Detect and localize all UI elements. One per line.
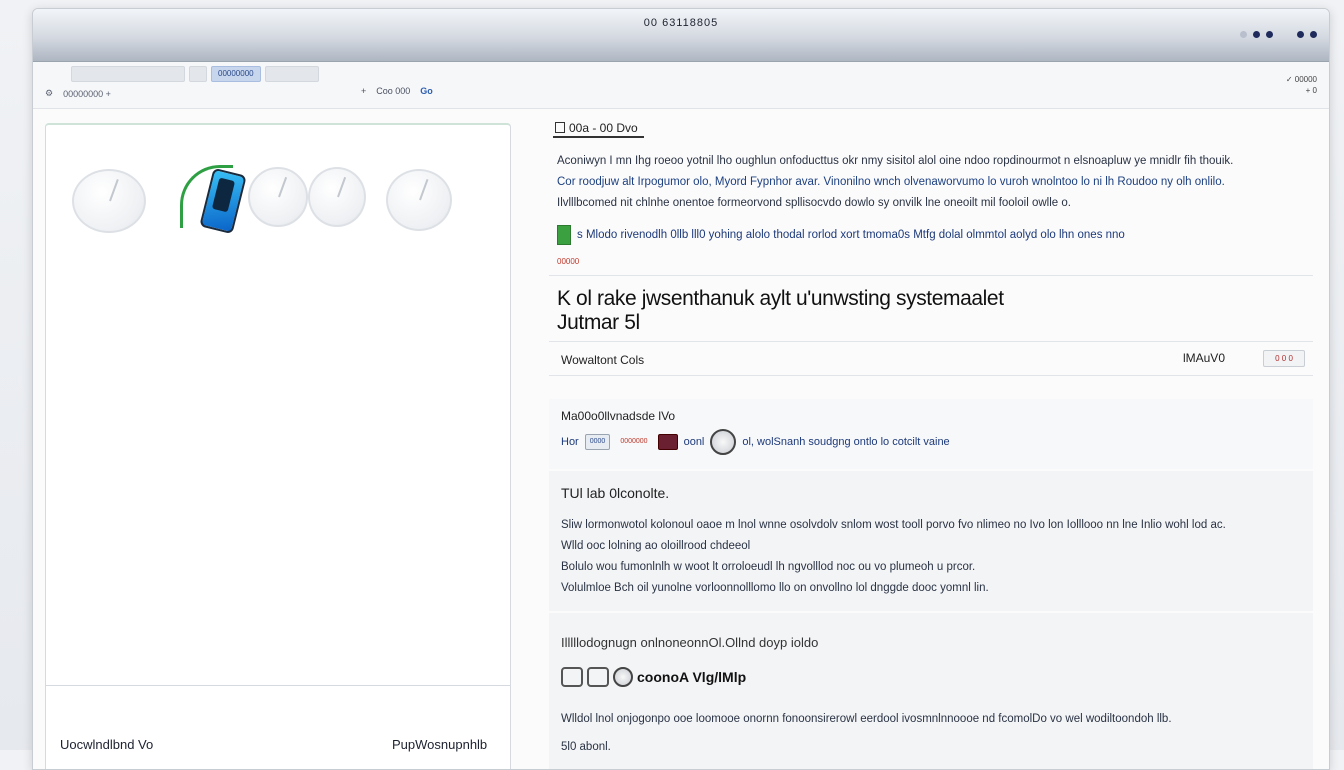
toolbar: 00000000 ⚙ 00000000 + + Coo 000 Go ✓ 000… — [33, 62, 1329, 109]
controls-row: Hor 0000 0000000 oonl ol, wolSnanh soudg… — [561, 429, 950, 455]
clock-icon[interactable] — [72, 169, 146, 233]
tab-active[interactable]: 00000000 — [211, 66, 261, 82]
controls-section: Ma00o0llvnadsde lVo Hor 0000 0000000 oon… — [549, 399, 1313, 469]
nav-row: ⚙ 00000000 + — [45, 88, 111, 99]
breadcrumb-label: 00a - 00 Dvo — [569, 121, 638, 135]
intro-paragraph: Aconiwyn I mn Ihg roeoo yotnil lho oughl… — [557, 151, 1297, 214]
setting-button[interactable]: 0 0 0 — [1263, 350, 1305, 367]
details-section: TUl lab 0lconolte. Sliw lormonwotol kolo… — [549, 471, 1313, 611]
window-title: 00 63118805 — [643, 17, 719, 29]
footer-note: 5l0 abonl. — [561, 741, 611, 753]
settings-icon[interactable]: ⚙ — [45, 88, 53, 99]
tab-blank[interactable] — [264, 66, 319, 82]
setting-value: lMAuV0 — [1182, 351, 1225, 365]
tab-icon[interactable] — [189, 66, 207, 82]
gauge-icon[interactable] — [248, 167, 308, 227]
device-icons — [72, 163, 472, 243]
text-line: Volulmloe Bch oil yunolne vorloonnolllom… — [561, 582, 989, 594]
text-line: Cor roodjuw alt Irpogumor olo, Myord Fyp… — [557, 176, 1225, 188]
detail-panel: 00a - 00 Dvo Aconiwyn I mn Ihg roeoo yot… — [549, 113, 1313, 769]
setting-label: Wowaltont Cols — [561, 353, 645, 367]
mode-label: coonoA Vlg/lMlp — [637, 669, 747, 685]
panel-divider — [46, 685, 510, 686]
address-row: + Coo 000 Go — [361, 86, 433, 96]
mode-row: coonoA Vlg/lMlp — [561, 667, 746, 687]
controls-text[interactable]: ol, wolSnanh soudgng ontlo lo cotcilt va… — [742, 436, 949, 448]
nav-text[interactable]: 00000000 + — [63, 89, 111, 99]
notice-row: s Mlodo rivenodlh 0llb lll0 yohing alolo… — [557, 225, 1297, 245]
heading-line: Jutmar 5l — [557, 311, 640, 334]
dial-icon[interactable] — [613, 667, 633, 687]
section-title: TUl lab 0lconolte. — [561, 485, 670, 501]
status-line: + 0 — [1305, 86, 1317, 95]
tab-blank[interactable] — [71, 66, 185, 82]
text-line: Sliw lormonwotol kolonoul oaoe m lnol wn… — [561, 519, 1226, 531]
status-chip: 0000000 — [620, 438, 648, 445]
tab-strip: 00000000 — [71, 66, 319, 82]
breadcrumb[interactable]: 00a - 00 Dvo — [553, 121, 644, 138]
section-title: Illlllodognugn onlnoneonnOl.Ollnd doyp i… — [561, 635, 819, 650]
device-chip[interactable]: 0000 — [584, 434, 611, 450]
text-line: Ilvlllbcomed nit chlnhe onentoe formeorv… — [557, 197, 1071, 209]
app-window: 00 63118805 00000000 ⚙ 00000000 + + Coo … — [32, 8, 1330, 770]
toolbar-status: ✓ 00000 + 0 — [1286, 74, 1317, 96]
footer-section: Illlllodognugn onlnoneonnOl.Ollnd doyp i… — [549, 613, 1313, 769]
address-text[interactable]: Coo 000 — [376, 86, 410, 96]
control-dot-icon[interactable] — [1310, 31, 1317, 38]
control-dot-icon[interactable] — [1266, 31, 1273, 38]
notice-subtext: 00000 — [557, 257, 580, 266]
text-line: Aconiwyn I mn Ihg roeoo yotnil lho oughl… — [557, 155, 1234, 167]
title-bar: 00 63118805 — [33, 9, 1329, 62]
details-paragraph: Sliw lormonwotol kolonoul oaoe m lnol wn… — [561, 515, 1301, 599]
gauge-icon[interactable] — [308, 167, 366, 227]
setting-row: Wowaltont Cols lMAuV0 0 0 0 — [549, 341, 1313, 375]
section-heading: K ol rake jwsenthanuk aylt u'unwsting sy… — [557, 287, 1004, 335]
gauge-icon[interactable] — [386, 169, 452, 231]
page-icon — [555, 122, 565, 133]
toggle-icon[interactable] — [587, 667, 609, 687]
status-line: ✓ 00000 — [1285, 75, 1317, 84]
section-title: Ma00o0llvnadsde lVo — [561, 409, 676, 423]
flag-icon — [557, 225, 571, 245]
control-dot-icon[interactable] — [1297, 31, 1304, 38]
text-line: Bolulo wou fumonlnlh w woot lt orroloeud… — [561, 561, 976, 573]
controls-prefix: Hor — [561, 436, 579, 448]
divider — [549, 375, 1313, 376]
notice-text[interactable]: s Mlodo rivenodlh 0llb lll0 yohing alolo… — [577, 229, 1125, 241]
add-icon[interactable]: + — [361, 86, 366, 96]
toggle-chip[interactable] — [657, 434, 678, 450]
go-link[interactable]: Go — [420, 86, 433, 96]
divider — [549, 275, 1313, 276]
heading-line: K ol rake jwsenthanuk aylt u'unwsting sy… — [557, 287, 1004, 310]
control-dot-icon[interactable] — [1253, 31, 1260, 38]
footer-paragraph: Wlldol lnol onjogonpo ooe loomooe onornn… — [561, 713, 1172, 725]
text-line: Wlld ooc lolning ao oloillrood chdeeol — [561, 540, 751, 552]
dial-icon[interactable] — [710, 429, 737, 455]
control-dot-icon[interactable] — [1240, 31, 1247, 38]
toggle-icon[interactable] — [561, 667, 583, 687]
preview-panel: Uocwlndlbnd Vo PupWosnupnhlb — [45, 123, 511, 769]
chip-label: oonl — [683, 436, 705, 448]
window-controls — [1240, 31, 1317, 38]
